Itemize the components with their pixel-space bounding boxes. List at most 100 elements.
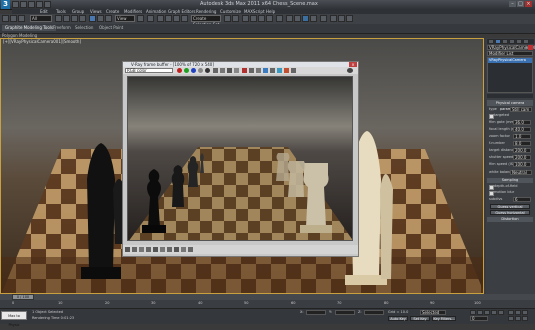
align-icon[interactable] — [232, 15, 239, 22]
track-mouse-icon[interactable] — [242, 68, 247, 73]
track-bar[interactable] — [0, 300, 535, 308]
camera-type-dropdown[interactable]: Still cam — [510, 107, 532, 112]
save-file-icon[interactable] — [28, 1, 35, 8]
spinner-snap-icon[interactable] — [181, 15, 188, 22]
red-channel-icon[interactable] — [177, 68, 182, 73]
angle-snap-icon[interactable] — [165, 15, 172, 22]
field-of-view-icon[interactable] — [508, 316, 514, 321]
srgb-icon[interactable] — [153, 247, 158, 252]
x-coordinate-field[interactable] — [306, 310, 326, 315]
render-channel-dropdown[interactable]: RGB color — [125, 68, 173, 73]
previous-frame-icon[interactable] — [477, 310, 483, 315]
blue-channel-icon[interactable] — [191, 68, 196, 73]
hierarchy-tab-icon[interactable] — [502, 39, 508, 44]
utilities-tab-icon[interactable] — [523, 39, 529, 44]
tab-object-paint[interactable]: Object Paint — [96, 25, 126, 31]
snap-toggle-icon[interactable] — [157, 15, 164, 22]
region-render-icon[interactable] — [256, 68, 261, 73]
param-field-zoom-factor[interactable]: 1.0 — [513, 134, 531, 139]
open-file-icon[interactable] — [20, 1, 27, 8]
tab-graphite-modeling-tools[interactable]: Graphite Modeling Tools — [2, 25, 57, 31]
layer-manager-icon[interactable] — [242, 15, 249, 22]
param-field-film-speed[interactable]: 100.0 — [513, 162, 531, 167]
render-last-icon[interactable] — [263, 68, 268, 73]
param-field-film-gate[interactable]: 36.0 — [513, 120, 531, 125]
render-iterative-icon[interactable] — [310, 15, 317, 22]
vray-camera-icon[interactable] — [346, 15, 353, 22]
display-tab-icon[interactable] — [516, 39, 522, 44]
go-to-end-icon[interactable] — [498, 310, 504, 315]
undo-toolbar-icon[interactable] — [2, 15, 9, 22]
save-image-icon[interactable] — [213, 68, 218, 73]
minimize-button[interactable]: – — [509, 1, 516, 7]
link-to-inspector-icon[interactable] — [270, 68, 275, 73]
scale-icon[interactable] — [105, 15, 112, 22]
guess-horizontal-button[interactable]: Guess horizontal — [490, 210, 530, 215]
window-crossing-icon[interactable] — [79, 15, 86, 22]
render-setup-icon[interactable] — [286, 15, 293, 22]
modifier-stack-item[interactable]: VRayPhysicalCamera — [488, 58, 532, 63]
undo-icon[interactable] — [36, 1, 43, 8]
new-file-icon[interactable] — [12, 1, 19, 8]
srgb-toggle-icon[interactable] — [291, 68, 296, 73]
stop-render-icon[interactable] — [284, 68, 289, 73]
vray-toolbar-icon[interactable] — [330, 15, 337, 22]
reference-coordinate-dropdown[interactable]: View — [115, 15, 135, 22]
rollout-distortion[interactable]: Distortion — [487, 217, 533, 222]
history-icon[interactable] — [174, 247, 179, 252]
render-settings-icon[interactable] — [347, 68, 353, 73]
play-icon[interactable] — [484, 310, 490, 315]
app-logo-icon[interactable]: 3 — [1, 0, 10, 9]
curve-editor-icon[interactable] — [258, 15, 265, 22]
key-filters-button[interactable]: Key Filters... — [432, 316, 456, 321]
maxscript-listener-button[interactable]: Max to Physic — [1, 311, 27, 327]
rollout-physical-camera-parameters[interactable]: Physical camera parameters — [487, 100, 533, 111]
param-field-shutter-speed[interactable]: 200.0 — [513, 155, 531, 160]
named-selection-sets-dropdown[interactable]: Create Selection Set — [191, 15, 221, 27]
mirror-icon[interactable] — [224, 15, 231, 22]
curve-icon[interactable] — [139, 247, 144, 252]
maximize-viewport-icon[interactable] — [522, 316, 528, 321]
guess-vertical-button[interactable]: Guess vertical — [490, 204, 530, 209]
percent-snap-icon[interactable] — [173, 15, 180, 22]
material-editor-icon[interactable] — [276, 15, 283, 22]
pixel-info-icon[interactable] — [167, 247, 172, 252]
move-icon[interactable] — [89, 15, 96, 22]
modify-tab-icon[interactable] — [495, 39, 501, 44]
selection-filter-dropdown[interactable]: All — [30, 15, 52, 22]
color-correction-icon[interactable] — [277, 68, 282, 73]
select-manipulate-icon[interactable] — [147, 15, 154, 22]
exposure-icon[interactable] — [146, 247, 151, 252]
link-icon[interactable] — [18, 15, 25, 22]
subdivs-field[interactable]: 6 — [513, 197, 531, 202]
rect-selection-icon[interactable] — [71, 15, 78, 22]
modifier-list-dropdown[interactable]: Modifier List — [487, 51, 533, 56]
tab-selection[interactable]: Selection — [72, 25, 96, 31]
mono-channel-icon[interactable] — [205, 68, 210, 73]
next-frame-icon[interactable] — [491, 310, 497, 315]
current-frame-field[interactable]: 0 — [470, 316, 488, 321]
rendered-frame-window-icon[interactable] — [294, 15, 301, 22]
duplicate-to-frame-buffer-icon[interactable] — [234, 68, 239, 73]
lens-effects-icon[interactable] — [181, 247, 186, 252]
zoom-extents-icon[interactable] — [515, 316, 521, 321]
vray-light-icon[interactable] — [338, 15, 345, 22]
close-button[interactable]: × — [525, 1, 532, 7]
rollout-sampling[interactable]: Sampling — [487, 178, 533, 183]
green-channel-icon[interactable] — [184, 68, 189, 73]
maximize-button[interactable]: □ — [517, 1, 524, 7]
lut-icon[interactable] — [160, 247, 165, 252]
motion-tab-icon[interactable] — [509, 39, 515, 44]
y-coordinate-field[interactable] — [335, 310, 355, 315]
alpha-channel-icon[interactable] — [198, 68, 203, 73]
zoom-to-region-icon[interactable] — [249, 68, 254, 73]
param-field-f-number[interactable]: 8.0 — [513, 141, 531, 146]
redo-toolbar-icon[interactable] — [10, 15, 17, 22]
select-object-icon[interactable] — [55, 15, 62, 22]
stamp-icon[interactable] — [188, 247, 193, 252]
show-corrections-icon[interactable] — [125, 247, 130, 252]
z-coordinate-field[interactable] — [364, 310, 384, 315]
clear-image-icon[interactable] — [227, 68, 232, 73]
object-name-field[interactable]: VRayPhysicalCamera001 — [487, 45, 535, 50]
white-balance-dropdown[interactable]: Neutral — [510, 170, 532, 175]
